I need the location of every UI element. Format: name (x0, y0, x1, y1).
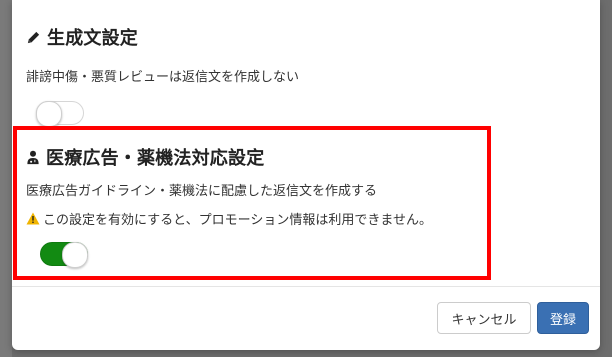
settings-modal: 生成文設定 誹謗中傷・悪質レビューは返信文を作成しない 医療広告・薬機法対応設定… (12, 0, 600, 350)
section-title-generation: 生成文設定 (26, 24, 586, 50)
doctor-icon (26, 150, 40, 165)
warning-icon (26, 212, 40, 225)
cancel-button[interactable]: キャンセル (437, 302, 531, 334)
warning-message: この設定を有効にすると、プロモーション情報は利用できません。 (26, 209, 496, 228)
section-title-text: 医療広告・薬機法対応設定 (46, 148, 265, 169)
background-page (0, 0, 12, 357)
medical-ad-settings-section: 医療広告・薬機法対応設定 医療広告ガイドライン・薬機法に配慮した返信文を作成する… (26, 144, 496, 268)
register-button[interactable]: 登録 (537, 302, 589, 334)
toggle-knob (36, 101, 62, 127)
footer-divider (12, 286, 600, 287)
no-reply-defamation-toggle[interactable] (36, 101, 84, 127)
section-description: 医療広告ガイドライン・薬機法に配慮した返信文を作成する (26, 184, 378, 199)
warning-text: この設定を有効にすると、プロモーション情報は利用できません。 (43, 213, 432, 228)
pencil-icon (26, 30, 41, 45)
toggle-knob (62, 242, 88, 268)
section-description: 誹謗中傷・悪質レビューは返信文を作成しない (26, 70, 300, 85)
generation-settings-section: 生成文設定 誹謗中傷・悪質レビューは返信文を作成しない (26, 24, 586, 127)
section-title-medical: 医療広告・薬機法対応設定 (26, 144, 496, 170)
section-title-text: 生成文設定 (47, 28, 138, 49)
medical-ad-compliance-toggle[interactable] (40, 242, 88, 268)
